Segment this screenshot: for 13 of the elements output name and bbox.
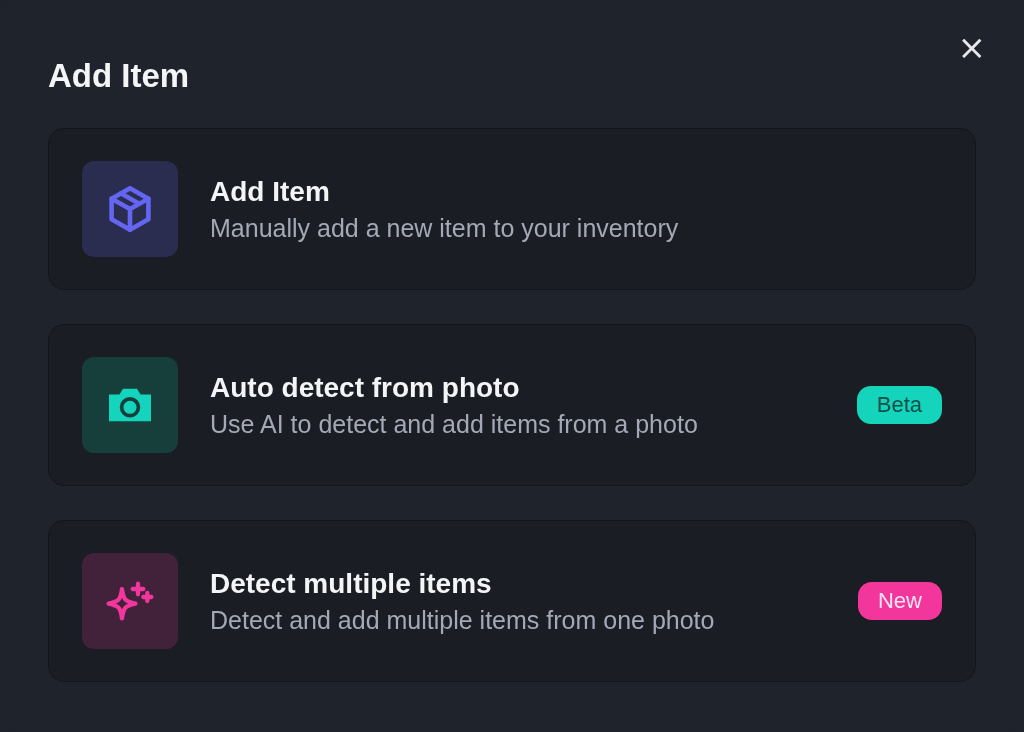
option-card[interactable]: Detect multiple items Detect and add multiple items from one photo New — [48, 520, 976, 682]
option-card[interactable]: Add Item Manually add a new item to your inventory — [48, 128, 976, 290]
close-button[interactable]: × — [953, 30, 990, 64]
option-description: Use AI to detect and add items from a photo — [210, 409, 699, 439]
status-badge: Beta — [856, 386, 942, 424]
option-description: Manually add a new item to your inventory — [210, 213, 680, 243]
dialog-title: Add Item — [48, 56, 191, 96]
status-badge: New — [858, 582, 942, 620]
option-title: Auto detect from photo — [210, 371, 521, 404]
option-card[interactable]: Auto detect from photo Use AI to detect and add items from a photo Beta — [48, 324, 976, 486]
option-title: Detect multiple items — [210, 567, 493, 600]
option-description: Detect and add multiple items from one photo — [210, 605, 716, 635]
option-title: Add Item — [210, 175, 331, 208]
